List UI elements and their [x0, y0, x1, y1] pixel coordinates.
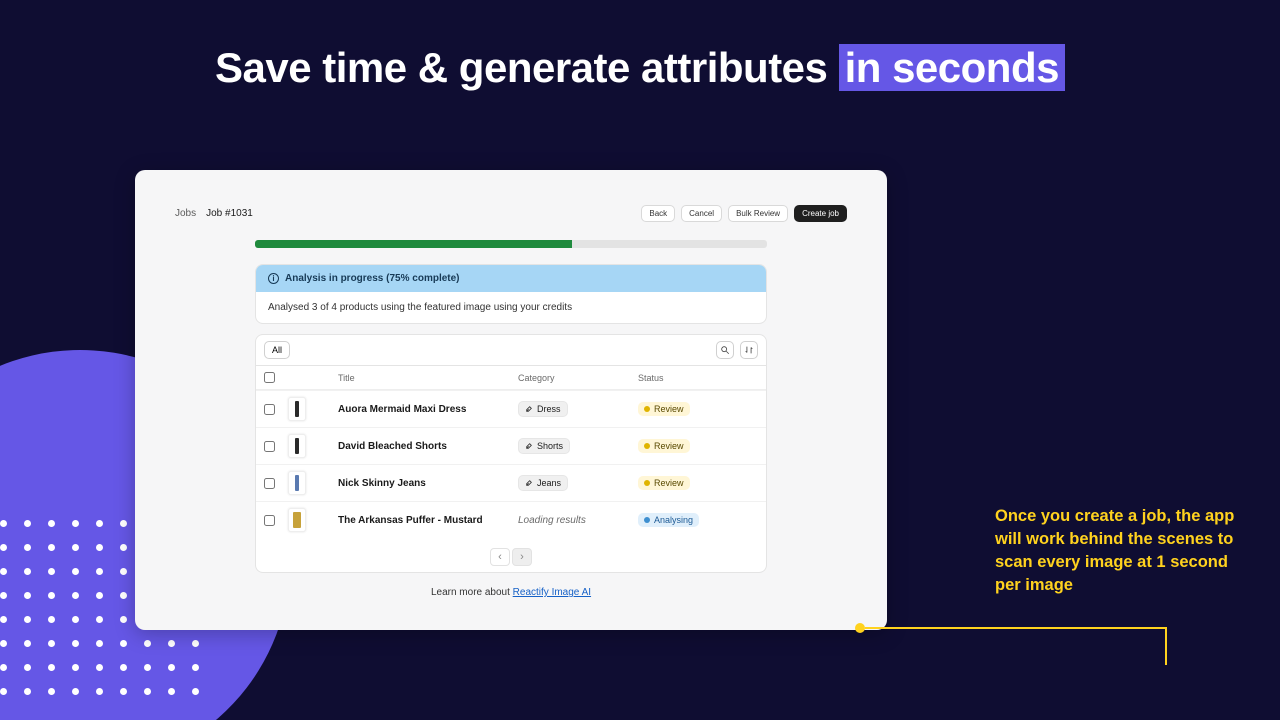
col-status: Status	[638, 373, 758, 383]
products-table: Title Category Status Auora Mermaid Maxi…	[255, 366, 767, 573]
callout-anchor-dot	[855, 623, 865, 633]
app-window: Jobs Job #1031 Back Cancel Bulk Review C…	[135, 170, 887, 630]
category-pill: Shorts	[518, 438, 570, 454]
row-checkbox[interactable]	[264, 478, 288, 489]
row-checkbox[interactable]	[264, 515, 288, 526]
table-row[interactable]: Nick Skinny Jeans Jeans Review	[256, 464, 766, 501]
bulk-review-button[interactable]: Bulk Review	[728, 205, 788, 222]
progress-bar	[255, 240, 767, 248]
page-headline: Save time & generate attributes in secon…	[0, 44, 1280, 92]
product-title: Nick Skinny Jeans	[338, 478, 518, 489]
product-thumb	[288, 397, 306, 421]
analysis-banner: i Analysis in progress (75% complete) An…	[255, 264, 767, 324]
table-header: Title Category Status	[256, 366, 766, 390]
learn-more: Learn more about Reactify Image AI	[255, 587, 767, 598]
info-icon: i	[268, 273, 279, 284]
product-thumb	[288, 471, 306, 495]
breadcrumb-root[interactable]: Jobs	[175, 208, 196, 219]
breadcrumb: Jobs Job #1031	[175, 208, 253, 219]
table-row[interactable]: Auora Mermaid Maxi Dress Dress Review	[256, 390, 766, 427]
status-badge: Review	[638, 439, 690, 453]
pager-prev[interactable]: ‹	[490, 548, 510, 566]
category-loading: Loading results	[518, 515, 638, 526]
tab-all[interactable]: All	[264, 341, 290, 359]
search-icon[interactable]	[716, 341, 734, 359]
product-title: David Bleached Shorts	[338, 441, 518, 452]
product-title: Auora Mermaid Maxi Dress	[338, 404, 518, 415]
topbar: Jobs Job #1031 Back Cancel Bulk Review C…	[175, 204, 847, 222]
status-badge: Analysing	[638, 513, 699, 527]
col-category: Category	[518, 373, 638, 383]
analysis-banner-body: Analysed 3 of 4 products using the featu…	[256, 292, 766, 323]
top-actions: Back Cancel Bulk Review Create job	[641, 205, 847, 222]
product-title: The Arkansas Puffer - Mustard	[338, 515, 518, 526]
pager: ‹ ›	[256, 538, 766, 572]
status-badge: Review	[638, 402, 690, 416]
pager-next[interactable]: ›	[512, 548, 532, 566]
row-checkbox[interactable]	[264, 441, 288, 452]
learn-more-pre: Learn more about	[431, 587, 513, 598]
row-checkbox[interactable]	[264, 404, 288, 415]
callout-connector-v	[1165, 627, 1167, 665]
select-all-checkbox[interactable]	[264, 372, 288, 383]
page-headline-pre: Save time & generate attributes	[215, 44, 839, 91]
sort-icon[interactable]	[740, 341, 758, 359]
progress-fill	[255, 240, 572, 248]
create-job-button[interactable]: Create job	[794, 205, 847, 222]
product-thumb	[288, 434, 306, 458]
filter-bar: All	[255, 334, 767, 366]
col-title: Title	[338, 373, 518, 383]
learn-more-link[interactable]: Reactify Image AI	[513, 587, 591, 598]
analysis-banner-header: i Analysis in progress (75% complete)	[256, 265, 766, 292]
filter-icons	[716, 341, 758, 359]
callout-text: Once you create a job, the app will work…	[995, 505, 1257, 597]
table-row[interactable]: David Bleached Shorts Shorts Review	[256, 427, 766, 464]
status-badge: Review	[638, 476, 690, 490]
callout-connector-h	[865, 627, 1165, 629]
product-thumb	[288, 508, 306, 532]
breadcrumb-current: Job #1031	[206, 208, 253, 219]
analysis-banner-title: Analysis in progress (75% complete)	[285, 273, 460, 284]
cancel-button[interactable]: Cancel	[681, 205, 722, 222]
page-headline-highlight: in seconds	[839, 44, 1065, 91]
category-pill: Jeans	[518, 475, 568, 491]
table-row[interactable]: The Arkansas Puffer - Mustard Loading re…	[256, 501, 766, 538]
back-button[interactable]: Back	[641, 205, 675, 222]
category-pill: Dress	[518, 401, 568, 417]
